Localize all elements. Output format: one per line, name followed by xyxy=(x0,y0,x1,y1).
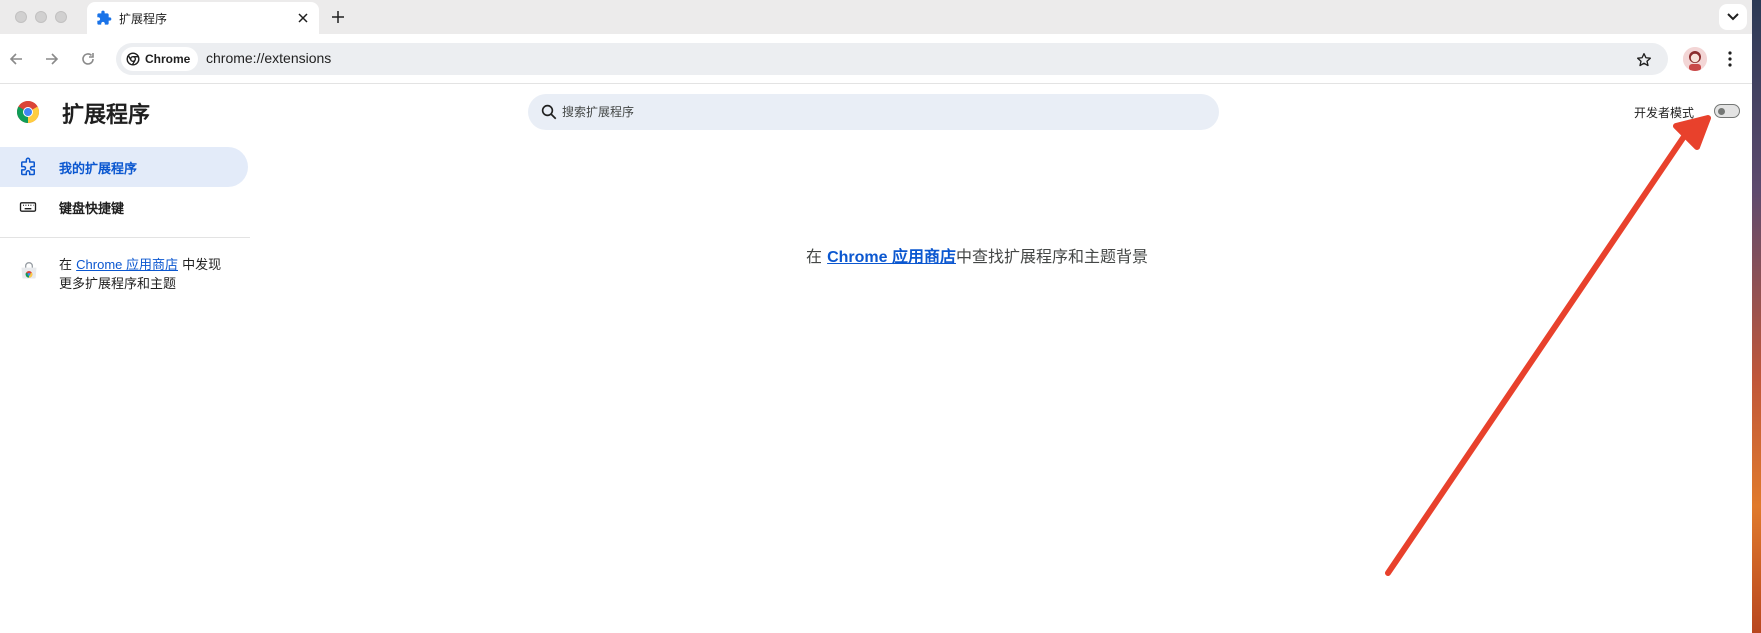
developer-mode-label: 开发者模式 xyxy=(1634,106,1695,120)
developer-mode-toggle[interactable] xyxy=(1714,104,1740,118)
sidebar-item-label: 键盘快捷键 xyxy=(59,201,125,217)
puzzle-icon xyxy=(97,10,112,25)
chrome-logo-icon xyxy=(17,101,39,123)
site-chip-label: Chrome xyxy=(145,52,191,66)
empty-state-web-store-link[interactable]: Chrome 应用商店 xyxy=(827,249,956,266)
sidebar-item-label: 我的扩展程序 xyxy=(59,161,138,177)
tab-strip: 扩展程序 xyxy=(0,0,1752,34)
address-bar[interactable]: Chrome chrome://extensions xyxy=(116,43,1668,75)
web-store-icon xyxy=(21,262,37,279)
search-box[interactable] xyxy=(528,94,1219,130)
sidebar: 我的扩展程序 键盘快捷键 xyxy=(0,147,250,227)
keyboard-icon xyxy=(19,202,37,212)
empty-state-message: 在 Chrome 应用商店中查找扩展程序和主题背景 xyxy=(806,243,1148,267)
more-menu-icon[interactable] xyxy=(1720,49,1740,69)
tab-extensions[interactable]: 扩展程序 xyxy=(87,2,319,34)
page-title: 扩展程序 xyxy=(62,103,151,128)
reload-icon[interactable] xyxy=(78,49,98,69)
window-close-button[interactable] xyxy=(15,11,27,23)
toggle-knob xyxy=(1718,107,1725,115)
tab-close-icon[interactable] xyxy=(293,8,313,28)
search-input[interactable] xyxy=(562,94,1202,130)
search-icon xyxy=(541,104,557,120)
chrome-icon xyxy=(126,52,140,66)
site-info-chip[interactable]: Chrome xyxy=(121,47,199,71)
new-tab-icon[interactable] xyxy=(328,7,348,27)
sidebar-item-my-extensions[interactable]: 我的扩展程序 xyxy=(0,147,248,187)
web-store-promo-text: 在 Chrome 应用商店 中发现更多扩展程序和主题 xyxy=(59,255,234,294)
empty-state-suffix: 中查找扩展程序和主题背景 xyxy=(956,247,1149,266)
window-minimize-button[interactable] xyxy=(35,11,47,23)
promo-prefix: 在 xyxy=(59,258,77,273)
browser-toolbar: Chrome chrome://extensions xyxy=(0,34,1752,84)
extensions-page: 扩展程序 开发者模式 我的扩展程序 xyxy=(0,85,1752,633)
extensions-icon xyxy=(21,157,35,176)
tab-title: 扩展程序 xyxy=(119,12,168,26)
forward-arrow-icon[interactable] xyxy=(42,49,62,69)
web-store-promo: 在 Chrome 应用商店 中发现更多扩展程序和主题 xyxy=(0,255,250,299)
browser-window: 扩展程序 Chrome chrome://extensions 扩展程序 搜索扩… xyxy=(0,0,1752,633)
window-zoom-button[interactable] xyxy=(55,11,67,23)
profile-avatar[interactable] xyxy=(1683,47,1707,71)
empty-state-prefix: 在 xyxy=(806,247,828,266)
sidebar-item-keyboard-shortcuts[interactable]: 键盘快捷键 xyxy=(0,187,248,227)
url-text[interactable]: chrome://extensions xyxy=(206,50,331,66)
tab-search-chevron-icon[interactable] xyxy=(1719,4,1747,30)
desktop-background xyxy=(1752,0,1761,633)
bookmark-star-icon[interactable] xyxy=(1634,50,1654,70)
web-store-link[interactable]: Chrome 应用商店 xyxy=(76,257,178,272)
sidebar-divider xyxy=(0,237,250,238)
back-arrow-icon[interactable] xyxy=(6,49,26,69)
